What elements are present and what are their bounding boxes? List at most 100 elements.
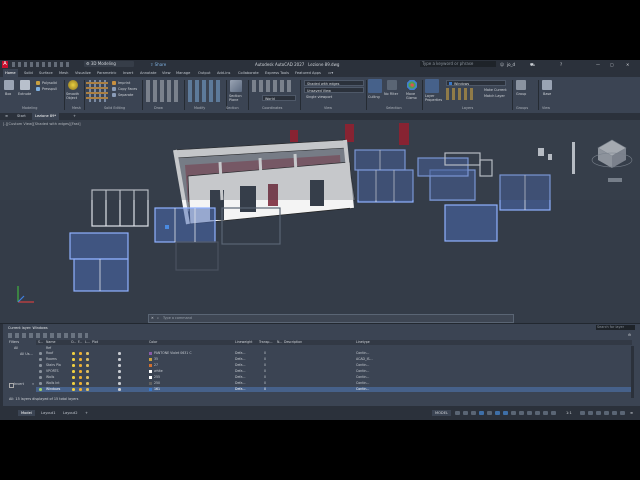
bulb-icon[interactable] (72, 376, 75, 379)
layer-transparency-cell[interactable]: 0 (264, 351, 266, 356)
tab-parametric[interactable]: Parametric (95, 69, 118, 77)
tab-model[interactable]: Model (18, 410, 35, 416)
sun-icon[interactable] (79, 370, 82, 373)
layer-linetype-cell[interactable]: Contin... (356, 381, 369, 386)
layer-lineweight-cell[interactable]: Defa... (235, 381, 246, 386)
sun-icon[interactable] (79, 364, 82, 367)
printer-icon[interactable] (118, 382, 121, 385)
layer-transparency-cell[interactable]: 0 (264, 363, 266, 368)
tab-view[interactable]: View (160, 69, 173, 77)
minimize-button[interactable]: — (596, 60, 600, 69)
ortho-icon[interactable] (471, 411, 476, 415)
table-row[interactable]: Stairs Pla 27 Defa... 0 Contin... (36, 363, 632, 368)
customize-menu-icon[interactable]: ≡ (630, 406, 633, 420)
col-freeze[interactable]: F... (78, 340, 82, 345)
color-swatch[interactable] (149, 352, 152, 355)
quick-access-toolbar[interactable] (12, 62, 72, 67)
layers-panel-label[interactable]: Layers (462, 106, 473, 110)
table-row[interactable]: VPORTS white Defa... 0 Contin... (36, 369, 632, 374)
section-plane-button[interactable]: Section Plane (229, 94, 245, 102)
selection-filter-icon[interactable] (551, 411, 556, 415)
polar-icon[interactable] (479, 411, 484, 415)
close-button[interactable]: ✕ (626, 60, 629, 69)
solid-editing-tools-icon[interactable] (86, 80, 108, 102)
lock-icon[interactable] (86, 382, 89, 385)
layer-properties-button[interactable]: Layer Properties (425, 94, 443, 102)
group-icon[interactable] (516, 80, 526, 90)
command-input[interactable]: Type a command (163, 315, 192, 322)
ucs-combo[interactable]: World (262, 95, 296, 101)
sun-icon[interactable] (79, 358, 82, 361)
layer-color-cell[interactable]: 35 (154, 357, 158, 362)
tab-collaborate[interactable]: Collaborate (236, 69, 261, 77)
lock-icon[interactable] (86, 352, 89, 355)
culling-icon[interactable] (368, 79, 382, 93)
layer-lineweight-cell[interactable]: Defa... (235, 375, 246, 380)
object-snap-icon[interactable] (503, 411, 508, 415)
printer-icon[interactable] (118, 364, 121, 367)
user-icon[interactable]: ☺ (500, 60, 504, 69)
separate-button[interactable]: Separate (118, 93, 133, 97)
selection-cycling-icon[interactable] (527, 411, 532, 415)
modify-panel-label[interactable]: Modify (194, 106, 205, 110)
palette-titlebar[interactable] (0, 324, 3, 407)
layer-linetype-cell[interactable]: ACAD_IS... (356, 357, 373, 362)
layer-transparency-cell[interactable]: 0 (264, 375, 266, 380)
layer-color-cell[interactable]: 161 (154, 387, 160, 392)
layer-lineweight-cell[interactable]: Defa... (235, 351, 246, 356)
help-icon[interactable]: ? (560, 60, 562, 69)
annotation-scale[interactable]: 1:1 (566, 406, 572, 420)
window-unit[interactable] (444, 204, 498, 242)
3d-osnap-icon[interactable] (535, 411, 540, 415)
tab-visualize[interactable]: Visualize (73, 69, 93, 77)
tab-surface[interactable]: Surface (37, 69, 55, 77)
collapse-filters-icon[interactable]: « (32, 382, 34, 386)
coordinates-panel-label[interactable]: Coordinates (262, 106, 282, 110)
col-on[interactable]: O... (71, 340, 76, 345)
window-unit[interactable] (73, 258, 129, 292)
lock-icon[interactable] (86, 376, 89, 379)
color-swatch[interactable] (149, 376, 152, 379)
polysolid-button[interactable]: Polysolid (42, 81, 57, 85)
lock-icon[interactable] (86, 364, 89, 367)
bulb-icon[interactable] (72, 352, 75, 355)
col-lock[interactable]: L... (85, 340, 90, 345)
table-row[interactable]: Walls 255 Defa... 0 Contin... (36, 375, 632, 380)
section-plane-icon[interactable] (230, 80, 242, 92)
tab-add-ins[interactable]: Add-ins (215, 69, 232, 77)
lock-icon[interactable] (86, 388, 89, 391)
layer-properties-icon[interactable] (425, 79, 439, 93)
drawing-viewport[interactable]: [-][Custom View][Shaded with edges][Fast… (0, 120, 640, 323)
col-name[interactable]: Name (46, 340, 55, 345)
layer-lineweight-cell[interactable]: Defa... (235, 369, 246, 374)
tab-manage[interactable]: Manage (174, 69, 192, 77)
tab-layout2[interactable]: Layout2 (60, 410, 81, 416)
window-unit[interactable] (154, 207, 216, 243)
layer-name-cell[interactable]: Stairs Pla (46, 363, 61, 368)
modeling-panel-label[interactable]: Modeling (22, 106, 37, 110)
bulb-icon[interactable] (72, 364, 75, 367)
layer-linetype-cell[interactable]: Contin... (356, 375, 369, 380)
bulb-icon[interactable] (72, 370, 75, 373)
layer-linetype-cell[interactable]: Contin... (356, 363, 369, 368)
model-space-button[interactable]: MODEL (432, 410, 451, 416)
filter-icon[interactable] (387, 80, 397, 90)
layer-name-cell[interactable]: Windows (46, 387, 60, 392)
lineweight-icon[interactable] (511, 411, 516, 415)
smooth-object-icon[interactable] (68, 80, 78, 90)
tab-layout1[interactable]: Layout1 (38, 410, 59, 416)
grid-icon[interactable] (455, 411, 460, 415)
box-icon[interactable] (4, 80, 14, 90)
sun-icon[interactable] (79, 388, 82, 391)
filter-all[interactable]: All (14, 346, 18, 350)
no-filter-button[interactable]: No Filter (384, 92, 398, 96)
selection-panel-label[interactable]: Selection (386, 106, 402, 110)
layer-color-cell[interactable]: 250 (154, 381, 160, 386)
col-linetype[interactable]: Linetype (356, 340, 370, 345)
layer-toolbar[interactable] (8, 333, 88, 338)
tab-express-tools[interactable]: Express Tools (263, 69, 291, 77)
layer-lineweight-cell[interactable]: Defa... (235, 387, 246, 392)
search-input[interactable]: Type a keyword or phrase (420, 61, 496, 67)
layer-transparency-cell[interactable]: 0 (264, 357, 266, 362)
layer-color-cell[interactable]: 255 (154, 375, 160, 380)
